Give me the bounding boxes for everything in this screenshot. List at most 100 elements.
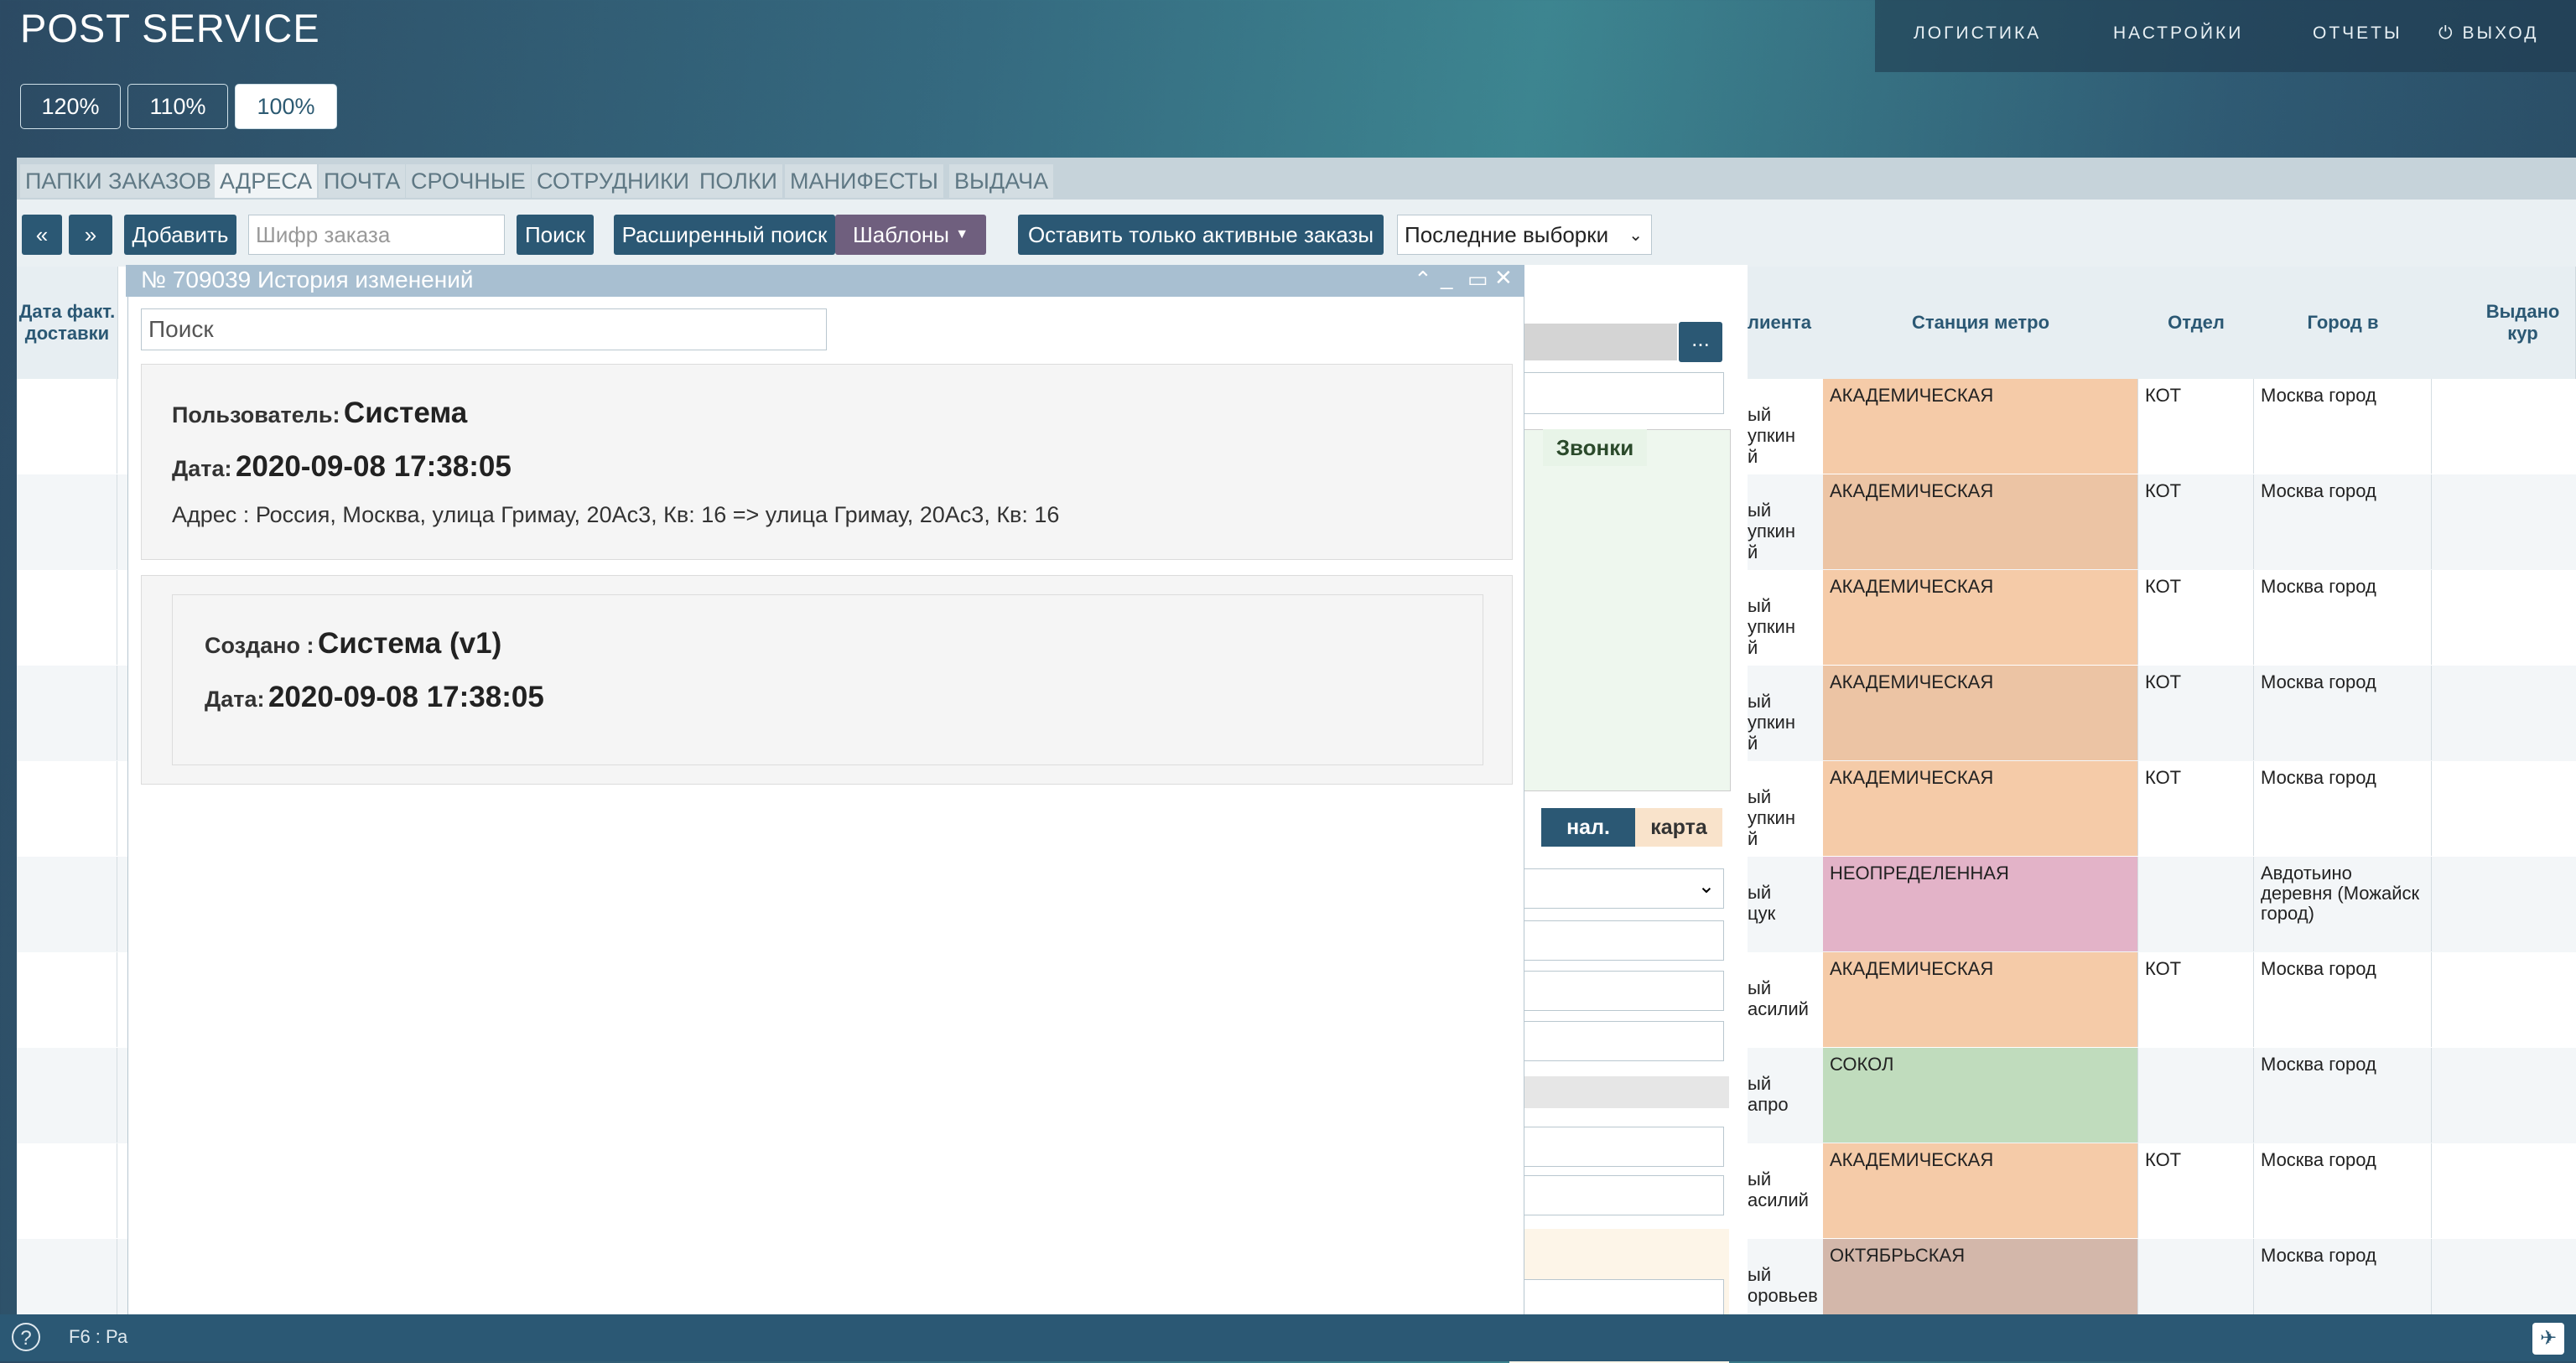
recent-selections-select[interactable]: Последние выборки ⌄ xyxy=(1397,215,1652,255)
close-icon[interactable]: ✕ xyxy=(1494,265,1513,291)
menu-settings[interactable]: НАСТРОЙКИ xyxy=(2113,23,2243,44)
entry-date-label: Дата: xyxy=(172,456,232,481)
issued-courier-cell xyxy=(2432,952,2576,1047)
address-modal-field-1[interactable] xyxy=(1509,920,1724,961)
address-modal-select[interactable]: ⌄ xyxy=(1509,868,1724,909)
zoom-110-button[interactable]: 110% xyxy=(127,84,228,129)
prev-page-button[interactable]: « xyxy=(22,215,62,255)
issued-courier-cell xyxy=(2432,857,2576,951)
metro-cell: АКАДЕМИЧЕСКАЯ xyxy=(1823,952,2138,1047)
tab-employees[interactable]: СОТРУДНИКИ xyxy=(532,164,695,198)
entry-user-line: Пользователь: Система xyxy=(172,396,467,430)
col-client[interactable]: лиента xyxy=(1748,267,1824,379)
created-date-line: Дата: 2020-09-08 17:38:05 xyxy=(205,681,544,714)
entry-date-line: Дата: 2020-09-08 17:38:05 xyxy=(172,450,512,484)
created-by-value: Система (v1) xyxy=(317,627,502,660)
col-city[interactable]: Город в xyxy=(2254,267,2433,379)
department-cell: КОТ xyxy=(2138,761,2254,856)
maximize-icon[interactable]: ▭ xyxy=(1467,267,1488,293)
metro-cell: НЕОПРЕДЕЛЕННАЯ xyxy=(1823,857,2138,951)
entry-address-label: Адрес : xyxy=(172,502,250,527)
delivery-date-cell xyxy=(17,857,117,951)
metro-cell: АКАДЕМИЧЕСКАЯ xyxy=(1823,570,2138,665)
history-search-input[interactable]: Поиск xyxy=(141,308,827,350)
delivery-date-cell xyxy=(17,570,117,665)
help-icon[interactable]: ? xyxy=(12,1323,40,1351)
logout-label: ВЫХОД xyxy=(2462,23,2539,43)
city-cell: Москва город xyxy=(2254,666,2432,760)
next-page-button[interactable]: » xyxy=(69,215,112,255)
col-delivery-date[interactable]: Дата факт. доставки xyxy=(17,267,118,379)
created-date-label: Дата: xyxy=(205,687,265,712)
advanced-search-button[interactable]: Расширенный поиск xyxy=(614,215,835,255)
client-fragment: ый оровьев xyxy=(1748,1264,1818,1306)
menu-reports[interactable]: ОТЧЕТЫ xyxy=(2313,23,2402,44)
department-cell xyxy=(2138,857,2254,951)
client-fragment: ый упкин й xyxy=(1748,500,1795,562)
issued-courier-cell xyxy=(2432,379,2576,474)
recent-selections-label: Последние выборки xyxy=(1405,221,1609,247)
address-modal-section-bar xyxy=(1509,1076,1729,1108)
history-modal-title: № 709039 История изменений xyxy=(141,267,474,293)
delivery-date-cell xyxy=(17,1048,117,1143)
address-modal-input[interactable] xyxy=(1509,372,1724,414)
department-cell: КОТ xyxy=(2138,1143,2254,1238)
pin-icon[interactable]: ✈ xyxy=(2532,1323,2564,1355)
tab-calls[interactable]: Звонки xyxy=(1543,429,1647,466)
entry-address-value: Россия, Москва, улица Гримау, 20Ас3, Кв:… xyxy=(255,502,1060,527)
add-button[interactable]: Добавить xyxy=(124,215,236,255)
address-modal-field-4[interactable] xyxy=(1509,1127,1724,1167)
issued-courier-cell xyxy=(2432,761,2576,856)
zoom-120-button[interactable]: 120% xyxy=(20,84,121,129)
client-fragment: ый асилий xyxy=(1748,1169,1809,1210)
status-hint: F6 : Ра xyxy=(69,1326,128,1347)
metro-cell: АКАДЕМИЧЕСКАЯ xyxy=(1823,1143,2138,1238)
status-bar: ? F6 : Ра ✈ xyxy=(0,1314,2576,1361)
client-fragment: ый апро xyxy=(1748,1073,1789,1115)
tab-urgent[interactable]: СРОЧНЫЕ xyxy=(406,164,531,198)
issued-courier-cell xyxy=(2432,474,2576,569)
tab-manifests[interactable]: МАНИФЕСТЫ xyxy=(785,164,943,198)
tab-order-folders[interactable]: ПАПКИ ЗАКАЗОВ xyxy=(20,164,216,198)
delivery-date-cell xyxy=(17,952,117,1047)
menu-logout[interactable]: ⏻ ВЫХОД xyxy=(2438,23,2538,44)
address-modal-field-5[interactable] xyxy=(1509,1175,1724,1215)
templates-dropdown[interactable]: Шаблоны ▼ xyxy=(835,215,986,255)
cash-button[interactable]: нал. xyxy=(1541,808,1635,847)
search-button[interactable]: Поиск xyxy=(517,215,594,255)
client-fragment: ый упкин й xyxy=(1748,404,1795,467)
chevron-down-icon: ⌄ xyxy=(1628,225,1643,245)
col-metro[interactable]: Станция метро xyxy=(1823,267,2139,379)
delivery-date-cell xyxy=(17,666,117,760)
minimize-icon[interactable]: _ xyxy=(1441,265,1452,291)
department-cell xyxy=(2138,1048,2254,1143)
col-issued-courier[interactable]: Выдано кур xyxy=(2432,267,2576,379)
order-code-input[interactable]: Шифр заказа xyxy=(248,215,505,255)
templates-label: Шаблоны xyxy=(852,221,949,247)
issued-courier-cell xyxy=(2432,1143,2576,1238)
more-button[interactable]: ... xyxy=(1679,322,1722,362)
card-button[interactable]: карта xyxy=(1635,808,1722,847)
active-orders-only-button[interactable]: Оставить только активные заказы xyxy=(1018,215,1384,255)
city-cell: Москва город xyxy=(2254,379,2432,474)
tab-shelves[interactable]: ПОЛКИ xyxy=(694,164,782,198)
tab-addresses[interactable]: АДРЕСА xyxy=(215,164,318,198)
caret-down-icon: ▼ xyxy=(955,227,969,241)
collapse-icon[interactable]: ⌃ xyxy=(1414,267,1432,293)
col-department[interactable]: Отдел xyxy=(2138,267,2255,379)
menu-logistics[interactable]: ЛОГИСТИКА xyxy=(1914,23,2041,44)
city-cell: Москва город xyxy=(2254,1048,2432,1143)
tab-issue[interactable]: ВЫДАЧА xyxy=(949,164,1054,198)
tab-mail[interactable]: ПОЧТА xyxy=(319,164,406,198)
created-date-value: 2020-09-08 17:38:05 xyxy=(267,681,544,713)
created-inner-card: Создано : Система (v1) Дата: 2020-09-08 … xyxy=(172,594,1483,765)
created-label: Создано : xyxy=(205,633,314,658)
zoom-100-button[interactable]: 100% xyxy=(235,84,337,129)
history-created-card: Создано : Система (v1) Дата: 2020-09-08 … xyxy=(141,575,1513,785)
address-modal-field-3[interactable] xyxy=(1509,1021,1724,1061)
chevron-down-icon: ⌄ xyxy=(1697,875,1715,898)
metro-cell: АКАДЕМИЧЕСКАЯ xyxy=(1823,379,2138,474)
metro-cell: АКАДЕМИЧЕСКАЯ xyxy=(1823,474,2138,569)
address-modal-field-2[interactable] xyxy=(1509,971,1724,1011)
address-modal-field-6[interactable] xyxy=(1509,1279,1724,1319)
